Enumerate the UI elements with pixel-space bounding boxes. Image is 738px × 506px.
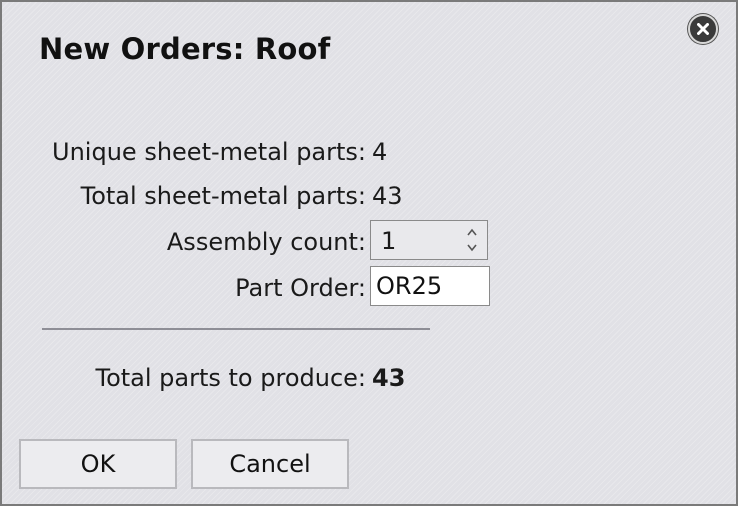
close-icon [697,23,709,35]
total-parts-value: 43 [372,182,403,210]
separator [42,328,430,330]
new-orders-dialog: New Orders: Roof Unique sheet-metal part… [0,0,738,506]
total-parts-label: Total sheet-metal parts: [80,182,366,210]
assembly-count-value: 1 [381,227,397,255]
unique-parts-value: 4 [372,138,388,166]
unique-parts-label: Unique sheet-metal parts: [52,138,366,166]
assembly-count-spinner[interactable]: 1 [370,220,488,260]
total-produce-label: Total parts to produce: [95,364,366,392]
assembly-count-label: Assembly count: [166,228,366,256]
total-produce-row: Total parts to produce: 43 [2,364,482,392]
unique-parts-row: Unique sheet-metal parts: 4 [2,138,482,166]
part-order-input[interactable] [370,266,490,306]
spinner-arrows-icon[interactable] [465,225,479,255]
cancel-button[interactable]: Cancel [191,439,349,489]
close-button[interactable] [688,14,718,44]
dialog-title: New Orders: Roof [39,32,331,66]
total-produce-value: 43 [372,364,406,392]
part-order-label: Part Order: [235,274,366,302]
ok-button[interactable]: OK [19,439,177,489]
total-parts-row: Total sheet-metal parts: 43 [2,182,482,210]
